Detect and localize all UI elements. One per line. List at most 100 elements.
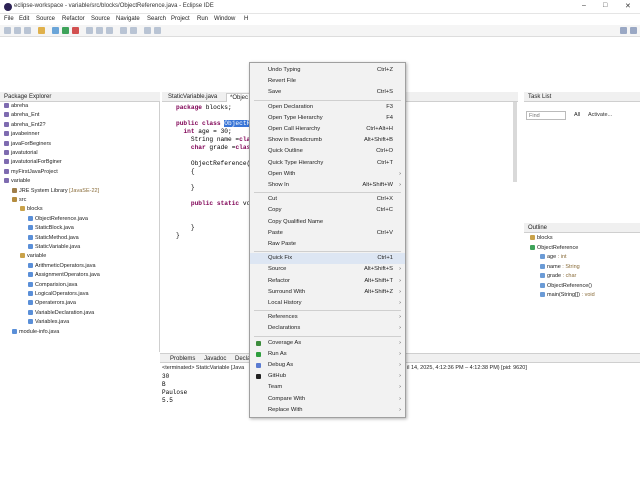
- editor-tab-staticvariable[interactable]: StaticVariable.java: [168, 94, 217, 100]
- minimize-button[interactable]: –: [582, 2, 586, 9]
- menu-item-open-declaration[interactable]: Open Declaration F3: [250, 102, 405, 113]
- tree-item-javatutorial[interactable]: javatutorial: [4, 149, 38, 157]
- menu-search[interactable]: Search: [147, 16, 166, 22]
- save-all-icon[interactable]: [24, 27, 31, 34]
- menu-item-refactor[interactable]: Refactor Alt+Shift+T ›: [250, 276, 405, 287]
- outline-item-name[interactable]: name : String: [540, 263, 580, 271]
- problems-tab[interactable]: Problems: [170, 356, 195, 362]
- outline-tab[interactable]: Outline: [524, 223, 640, 233]
- tree-item-abreha[interactable]: abreha: [4, 102, 28, 110]
- tree-item-jre-system-library[interactable]: JRE System Library [JavaSE-22]: [12, 187, 99, 195]
- menu-file[interactable]: File: [4, 16, 14, 22]
- tree-item-variabledeclaration-java[interactable]: VariableDeclaration.java: [28, 309, 94, 317]
- tree-item-module-info-java[interactable]: module-info.java: [12, 328, 59, 336]
- tree-item-variable[interactable]: variable: [20, 252, 46, 260]
- javadoc-tab[interactable]: Javadoc: [204, 356, 226, 362]
- menu-item-show-in-breadcrumb[interactable]: Show in Breadcrumb Alt+Shift+B: [250, 135, 405, 146]
- tree-item-myfirstjavaproject[interactable]: myFirstJavaProject: [4, 168, 58, 176]
- package-explorer-tab[interactable]: Package Explorer: [0, 92, 160, 102]
- menu-item-run-as[interactable]: Run As ›: [250, 349, 405, 360]
- tree-item-staticblock-java[interactable]: StaticBlock.java: [28, 224, 74, 232]
- tree-item-staticvariable-java[interactable]: StaticVariable.java: [28, 243, 80, 251]
- tree-item-logicaloperators-java[interactable]: LogicalOperators.java: [28, 290, 89, 298]
- outline-item-blocks[interactable]: blocks: [530, 234, 553, 242]
- tree-item-staticmethod-java[interactable]: StaticMethod.java: [28, 234, 79, 242]
- menu-item-open-with[interactable]: Open With ›: [250, 169, 405, 180]
- menu-refactor[interactable]: Refactor: [62, 16, 85, 22]
- menu-item-cut[interactable]: Cut Ctrl+X: [250, 194, 405, 205]
- outline-item-main-string[interactable]: main(String[]) : void: [540, 291, 595, 299]
- menu-item-save[interactable]: Save Ctrl+S: [250, 87, 405, 98]
- task-find-input[interactable]: Find: [526, 111, 566, 120]
- outline-item-age[interactable]: age : int: [540, 253, 567, 261]
- maximize-button[interactable]: □: [603, 2, 607, 9]
- menu-item-raw-paste[interactable]: Raw Paste: [250, 239, 405, 250]
- java-perspective-icon[interactable]: [630, 27, 637, 34]
- menu-item-debug-as[interactable]: Debug As ›: [250, 360, 405, 371]
- menu-project[interactable]: Project: [171, 16, 190, 22]
- tree-item-assignmentoperators-java[interactable]: AssignmentOperators.java: [28, 271, 100, 279]
- menu-item-quick-outline[interactable]: Quick Outline Ctrl+O: [250, 146, 405, 157]
- run-icon[interactable]: [62, 27, 69, 34]
- new-java-project-icon[interactable]: [86, 27, 93, 34]
- menu-source[interactable]: Source: [36, 16, 55, 22]
- menu-item-copy-qualified-name[interactable]: Copy Qualified Name: [250, 217, 405, 228]
- menu-window[interactable]: Window: [214, 16, 235, 22]
- menu-item-coverage-as[interactable]: Coverage As ›: [250, 338, 405, 349]
- debug-icon[interactable]: [52, 27, 59, 34]
- menu-item-references[interactable]: References ›: [250, 312, 405, 323]
- tree-item-variables-java[interactable]: Variables.java: [28, 318, 69, 326]
- search-icon[interactable]: [130, 27, 137, 34]
- tree-item-abreha-ent[interactable]: abreha_Ent: [4, 111, 39, 119]
- editor-scrollbar[interactable]: [513, 102, 517, 182]
- menu-item-compare-with[interactable]: Compare With ›: [250, 394, 405, 405]
- menu-item-local-history[interactable]: Local History ›: [250, 298, 405, 309]
- menu-item-undo-typing[interactable]: Undo Typing Ctrl+Z: [250, 65, 405, 76]
- tree-item-javatutorialforbginer[interactable]: javatutorialForBginer: [4, 158, 62, 166]
- menu-item-quick-type-hierarchy[interactable]: Quick Type Hierarchy Ctrl+T: [250, 158, 405, 169]
- outline-item-objectreference[interactable]: ObjectReference(): [540, 282, 592, 290]
- tree-item-arithmeticoperators-java[interactable]: ArithmeticOperators.java: [28, 262, 96, 270]
- tree-item-blocks[interactable]: blocks: [20, 205, 43, 213]
- menu-item-copy[interactable]: Copy Ctrl+C: [250, 205, 405, 216]
- terminal-icon[interactable]: [38, 27, 45, 34]
- menu-edit[interactable]: Edit: [19, 16, 29, 22]
- perspective-icon[interactable]: [620, 27, 627, 34]
- task-all-filter[interactable]: All: [574, 112, 580, 118]
- open-type-icon[interactable]: [120, 27, 127, 34]
- back-icon[interactable]: [144, 27, 151, 34]
- menu-item-github[interactable]: GitHub ›: [250, 371, 405, 382]
- menu-help[interactable]: H: [244, 16, 248, 22]
- tree-item-operaterors-java[interactable]: Operaterors.java: [28, 299, 76, 307]
- coverage-icon[interactable]: [72, 27, 79, 34]
- new-class-icon[interactable]: [106, 27, 113, 34]
- menu-item-surround-with[interactable]: Surround With Alt+Shift+Z ›: [250, 287, 405, 298]
- menu-item-declarations[interactable]: Declarations ›: [250, 323, 405, 334]
- forward-icon[interactable]: [154, 27, 161, 34]
- menu-source-2[interactable]: Source: [91, 16, 110, 22]
- menu-run[interactable]: Run: [197, 16, 208, 22]
- close-button[interactable]: ✕: [625, 2, 631, 10]
- menu-item-show-in[interactable]: Show In Alt+Shift+W ›: [250, 180, 405, 191]
- tree-item-objectreference-java[interactable]: ObjectReference.java: [28, 215, 88, 223]
- menu-item-source[interactable]: Source Alt+Shift+S ›: [250, 264, 405, 275]
- menu-item-open-type-hierarchy[interactable]: Open Type Hierarchy F4: [250, 113, 405, 124]
- tree-item-variable[interactable]: variable: [4, 177, 30, 185]
- new-icon[interactable]: [4, 27, 11, 34]
- menu-item-open-call-hierarchy[interactable]: Open Call Hierarchy Ctrl+Alt+H: [250, 124, 405, 135]
- menu-item-revert-file[interactable]: Revert File: [250, 76, 405, 87]
- save-icon[interactable]: [14, 27, 21, 34]
- task-activate-link[interactable]: Activate...: [588, 112, 612, 118]
- menu-item-paste[interactable]: Paste Ctrl+V: [250, 228, 405, 239]
- new-package-icon[interactable]: [96, 27, 103, 34]
- tree-item-abreha-ent2[interactable]: abreha_Ent2?: [4, 121, 46, 129]
- tree-item-comparision-java[interactable]: Comparision.java: [28, 281, 78, 289]
- outline-item-objectreference[interactable]: ObjectReference: [530, 244, 578, 252]
- tree-item-javaforbeginers[interactable]: javaForBeginers: [4, 140, 51, 148]
- menu-item-quick-fix[interactable]: Quick Fix Ctrl+1: [250, 253, 405, 265]
- task-list-tab[interactable]: Task List: [524, 92, 640, 102]
- menu-item-replace-with[interactable]: Replace With ›: [250, 405, 405, 416]
- menu-item-team[interactable]: Team ›: [250, 382, 405, 393]
- outline-item-grade[interactable]: grade : char: [540, 272, 576, 280]
- tree-item-javabeinner[interactable]: javabeinner: [4, 130, 39, 138]
